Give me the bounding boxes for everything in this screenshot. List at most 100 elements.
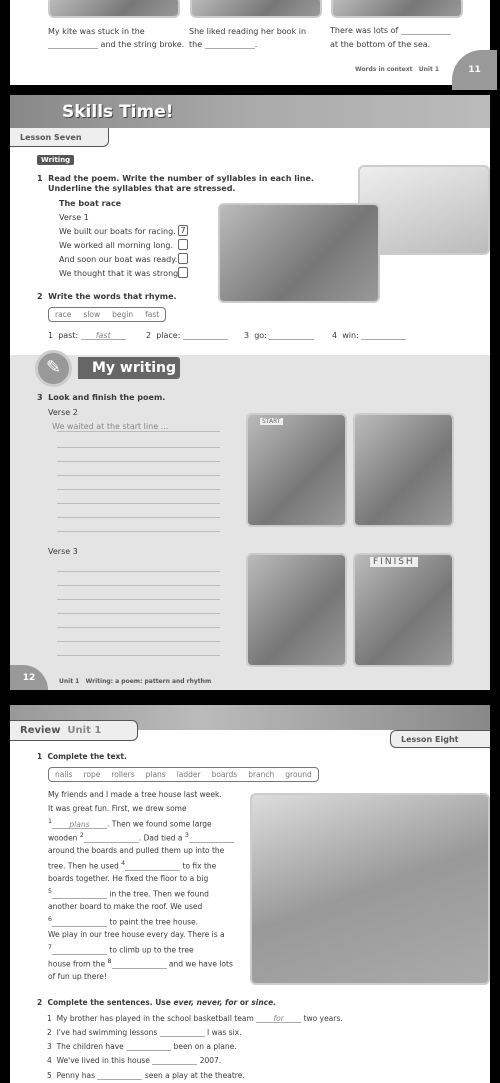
caption: the . [189, 40, 258, 49]
start-sign: START [260, 418, 283, 425]
writing-line[interactable] [57, 531, 220, 532]
answer-blank[interactable] [182, 331, 228, 340]
paragraph-line: tree. Then he used 4 to fix the [48, 860, 217, 871]
word: fast [145, 310, 160, 319]
answer-blank[interactable] [204, 40, 255, 49]
writing-line[interactable] [57, 447, 220, 448]
answer-blank[interactable] [269, 331, 315, 340]
rhyme-item: 1 past: fast [48, 331, 126, 340]
paragraph-line: another board to make the roof. We used [48, 902, 203, 911]
writing-line[interactable] [57, 655, 220, 656]
syllable-box[interactable] [178, 253, 188, 264]
answer-blank[interactable] [400, 26, 451, 35]
page-13: Review Unit 1 Lesson Eight 1 Complete th… [10, 705, 490, 1083]
race-crash-illustration [246, 553, 347, 667]
question-2: 2 Write the words that rhyme. [37, 292, 177, 301]
rhyme-item: 3 go: [244, 331, 315, 340]
writing-line[interactable] [57, 585, 220, 586]
caption: and the string broke. [48, 40, 184, 49]
paragraph-line: boards together. He fixed the floor to a… [48, 874, 209, 883]
footer-text: Unit 1 Writing: a poem: pattern and rhyt… [59, 678, 212, 685]
children-boat-illustration [218, 203, 380, 303]
poem-title: The boat race [59, 199, 122, 208]
verse-label: Verse 1 [59, 213, 89, 222]
writing-line[interactable] [57, 599, 220, 600]
answer-blank[interactable] [51, 918, 107, 927]
writing-line[interactable] [57, 475, 220, 476]
poem-line: We thought that it was strong. [59, 269, 181, 278]
answer-blank[interactable] [188, 834, 234, 843]
pencil-icon: ✎ [35, 350, 72, 387]
page-title: Skills Time! [62, 102, 174, 122]
word-bank: race slow begin fast [48, 307, 167, 322]
answer-blank[interactable] [111, 960, 167, 969]
answer-blank[interactable] [51, 890, 107, 899]
paragraph-line: 1 plans. Then we found some large [48, 818, 212, 829]
poem-line: We built our boats for racing. [59, 227, 176, 236]
paragraph-line: house from the 8 and we have lots [48, 958, 233, 969]
page-12: Skills Time! Lesson Seven Writing 1 Read… [10, 95, 490, 690]
paragraph-line: of fun up there! [48, 972, 107, 981]
writing-line[interactable] [57, 613, 220, 614]
caption: My kite was stuck in the [48, 27, 145, 36]
answer-blank[interactable] [126, 1042, 172, 1051]
page-11: My kite was stuck in the and the string … [10, 0, 497, 90]
my-writing-title: My writing [92, 360, 177, 376]
question-3: 3 Look and finish the poem. [37, 393, 166, 402]
sentence-item: 4 We've lived in this house 2007. [47, 1056, 222, 1065]
syllable-box[interactable]: 7 [178, 225, 188, 236]
writing-line[interactable] [57, 571, 220, 572]
race-finish-illustration [353, 553, 454, 667]
writing-line[interactable] [57, 503, 220, 504]
lesson-tab: Lesson Seven [10, 128, 109, 147]
writing-line[interactable] [57, 489, 220, 490]
question-1: 1 Read the poem. Write the number of syl… [37, 174, 314, 183]
paragraph-line: 6 to paint the tree house. [48, 916, 198, 927]
sentence-item: 3 The children have been on a plane. [47, 1042, 237, 1051]
sentence-item: 2 I've had swimming lessons I was six. [47, 1028, 242, 1037]
writing-line[interactable] [57, 517, 220, 518]
caption: at the bottom of the sea. [330, 40, 431, 49]
word-bank: nails rope rollers plans ladder boards branch g… [48, 767, 319, 782]
paragraph-line: around the boards and pulled them up int… [48, 846, 225, 855]
writing-badge: Writing [37, 155, 75, 165]
answer-blank[interactable] [83, 834, 139, 843]
sentence-item: 1 My brother has played in the school ba… [47, 1014, 343, 1023]
word: race [55, 310, 72, 319]
caption: There was lots of [330, 26, 451, 35]
answer-blank[interactable]: fast [80, 331, 126, 340]
answer-blank[interactable] [51, 946, 107, 955]
answer-blank[interactable] [361, 331, 407, 340]
word: begin [112, 310, 134, 319]
answer-blank[interactable] [159, 1028, 205, 1037]
question-1: 1 Complete the text. [37, 752, 127, 761]
verse-2-label: Verse 2 [48, 408, 78, 417]
paragraph-line: We play in our tree house every day. The… [48, 930, 225, 939]
lesson-tab: Lesson Eight [390, 730, 490, 748]
answer-blank[interactable]: for [256, 1014, 302, 1023]
kite-tree-illustration [48, 0, 180, 18]
answer-blank[interactable] [152, 1056, 198, 1065]
syllable-box[interactable] [178, 267, 188, 278]
writing-line[interactable] [57, 461, 220, 462]
paragraph-line: It was great fun. First, we drew some [48, 804, 187, 813]
caption: She liked reading her book in [189, 27, 307, 36]
writing-line[interactable] [57, 641, 220, 642]
race-wave-illustration [353, 413, 454, 527]
footer-text: Words in context Unit 1 [355, 66, 440, 73]
paragraph-line: My friends and I made a tree house last … [48, 790, 222, 799]
syllable-box[interactable] [178, 239, 188, 250]
answer-blank[interactable] [48, 40, 98, 49]
writing-line[interactable] [57, 627, 220, 628]
answer-blank[interactable]: plans [51, 820, 107, 829]
page-number: 11 [452, 50, 497, 90]
rhyme-item: 2 place: [146, 331, 228, 340]
paragraph-line: 7 to climb up to the tree [48, 944, 194, 955]
answer-blank[interactable] [125, 862, 181, 871]
answer-blank[interactable] [97, 1071, 143, 1080]
paragraph-line: wooden 2. Dad tied a 3 [48, 832, 234, 843]
finish-sign: FINISH [370, 557, 418, 567]
sentence-item: 5 Penny has seen a play at the theatre. [47, 1071, 245, 1080]
writing-line[interactable] [57, 431, 220, 432]
rhyme-item: 4 win: [332, 331, 407, 340]
